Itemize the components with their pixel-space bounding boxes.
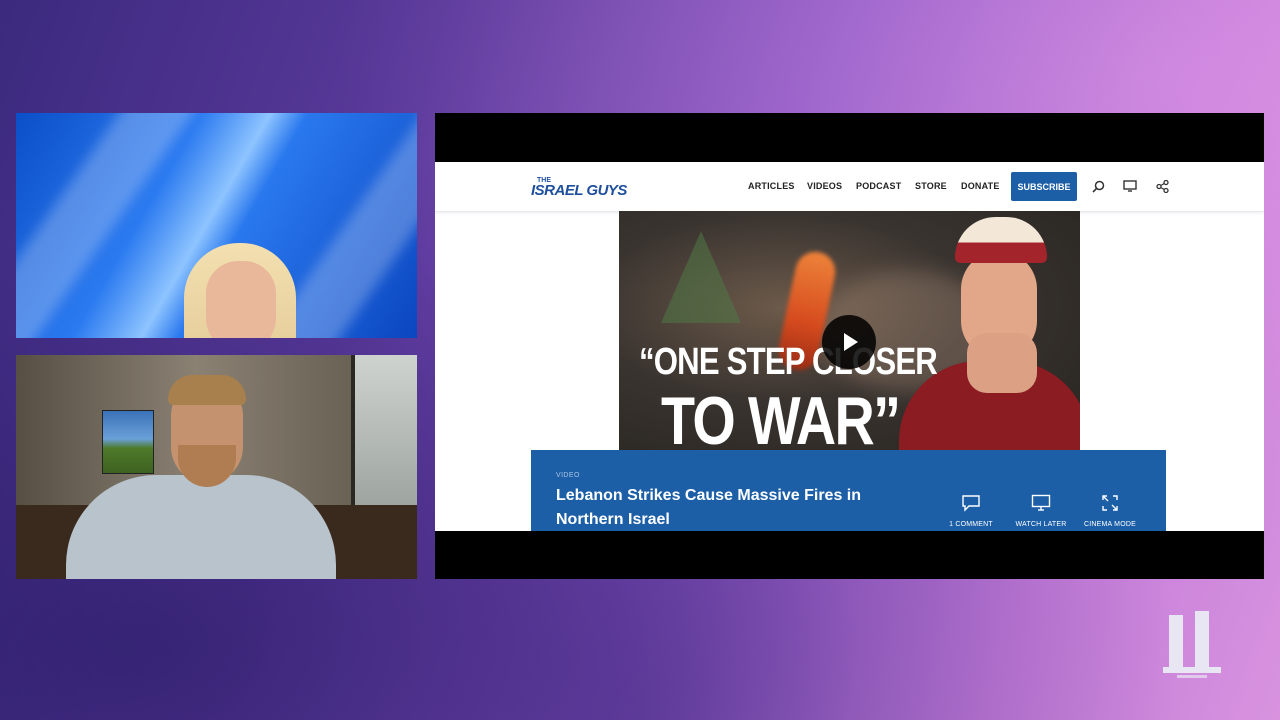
- cinema-mode-button[interactable]: CINEMA MODE: [1075, 494, 1145, 528]
- shared-screen: THE ISRAEL GUYS ARTICLES VIDEOS PODCAST …: [435, 113, 1264, 579]
- video-info-bar: VIDEO Lebanon Strikes Cause Massive Fire…: [531, 450, 1166, 531]
- watch-later-label: WATCH LATER: [1015, 521, 1067, 528]
- video-thumbnail[interactable]: “ONE STEP CLOSER TO WAR”: [619, 211, 1080, 452]
- thumbnail-headline-2: TO WAR”: [661, 383, 901, 452]
- guest-hair: [168, 375, 246, 405]
- comment-label: 1 COMMENT: [949, 521, 993, 528]
- watch-later-button[interactable]: WATCH LATER: [1006, 494, 1076, 528]
- wall-picture: [102, 410, 154, 474]
- host-camera-top: [16, 113, 417, 338]
- subscribe-button[interactable]: SUBSCRIBE: [1011, 172, 1077, 201]
- share-icon[interactable]: [1153, 177, 1171, 195]
- nav-videos[interactable]: VIDEOS: [807, 181, 842, 191]
- channel-logo: [1163, 611, 1223, 683]
- nav-articles[interactable]: ARTICLES: [748, 181, 795, 191]
- nav-store[interactable]: STORE: [915, 181, 947, 191]
- search-icon[interactable]: [1089, 177, 1107, 195]
- cinema-mode-icon: [1075, 494, 1145, 514]
- guest-camera-bottom: [16, 355, 417, 579]
- nav-donate[interactable]: DONATE: [961, 181, 1000, 191]
- logo-name: ISRAEL GUYS: [531, 182, 627, 199]
- comment-button[interactable]: 1 COMMENT: [936, 494, 1006, 528]
- monitor-icon[interactable]: [1121, 177, 1139, 195]
- host-face: [206, 261, 276, 338]
- cedar-tree-graphic: [661, 231, 741, 323]
- site-header: THE ISRAEL GUYS ARTICLES VIDEOS PODCAST …: [435, 162, 1264, 212]
- comment-icon: [936, 494, 1006, 514]
- cinema-mode-label: CINEMA MODE: [1084, 521, 1136, 528]
- video-title[interactable]: Lebanon Strikes Cause Massive Fires in N…: [556, 484, 916, 532]
- presenter-hands: [967, 333, 1037, 393]
- play-icon[interactable]: [822, 315, 876, 369]
- video-category: VIDEO: [556, 472, 580, 479]
- nav-podcast[interactable]: PODCAST: [856, 181, 901, 191]
- presenter-cap: [955, 217, 1047, 263]
- guest-body: [66, 475, 336, 579]
- thumbnail-headline-1: “ONE STEP CLOSER: [639, 341, 938, 383]
- watch-later-icon: [1006, 494, 1076, 514]
- website: THE ISRAEL GUYS ARTICLES VIDEOS PODCAST …: [435, 162, 1264, 531]
- window: [351, 355, 417, 505]
